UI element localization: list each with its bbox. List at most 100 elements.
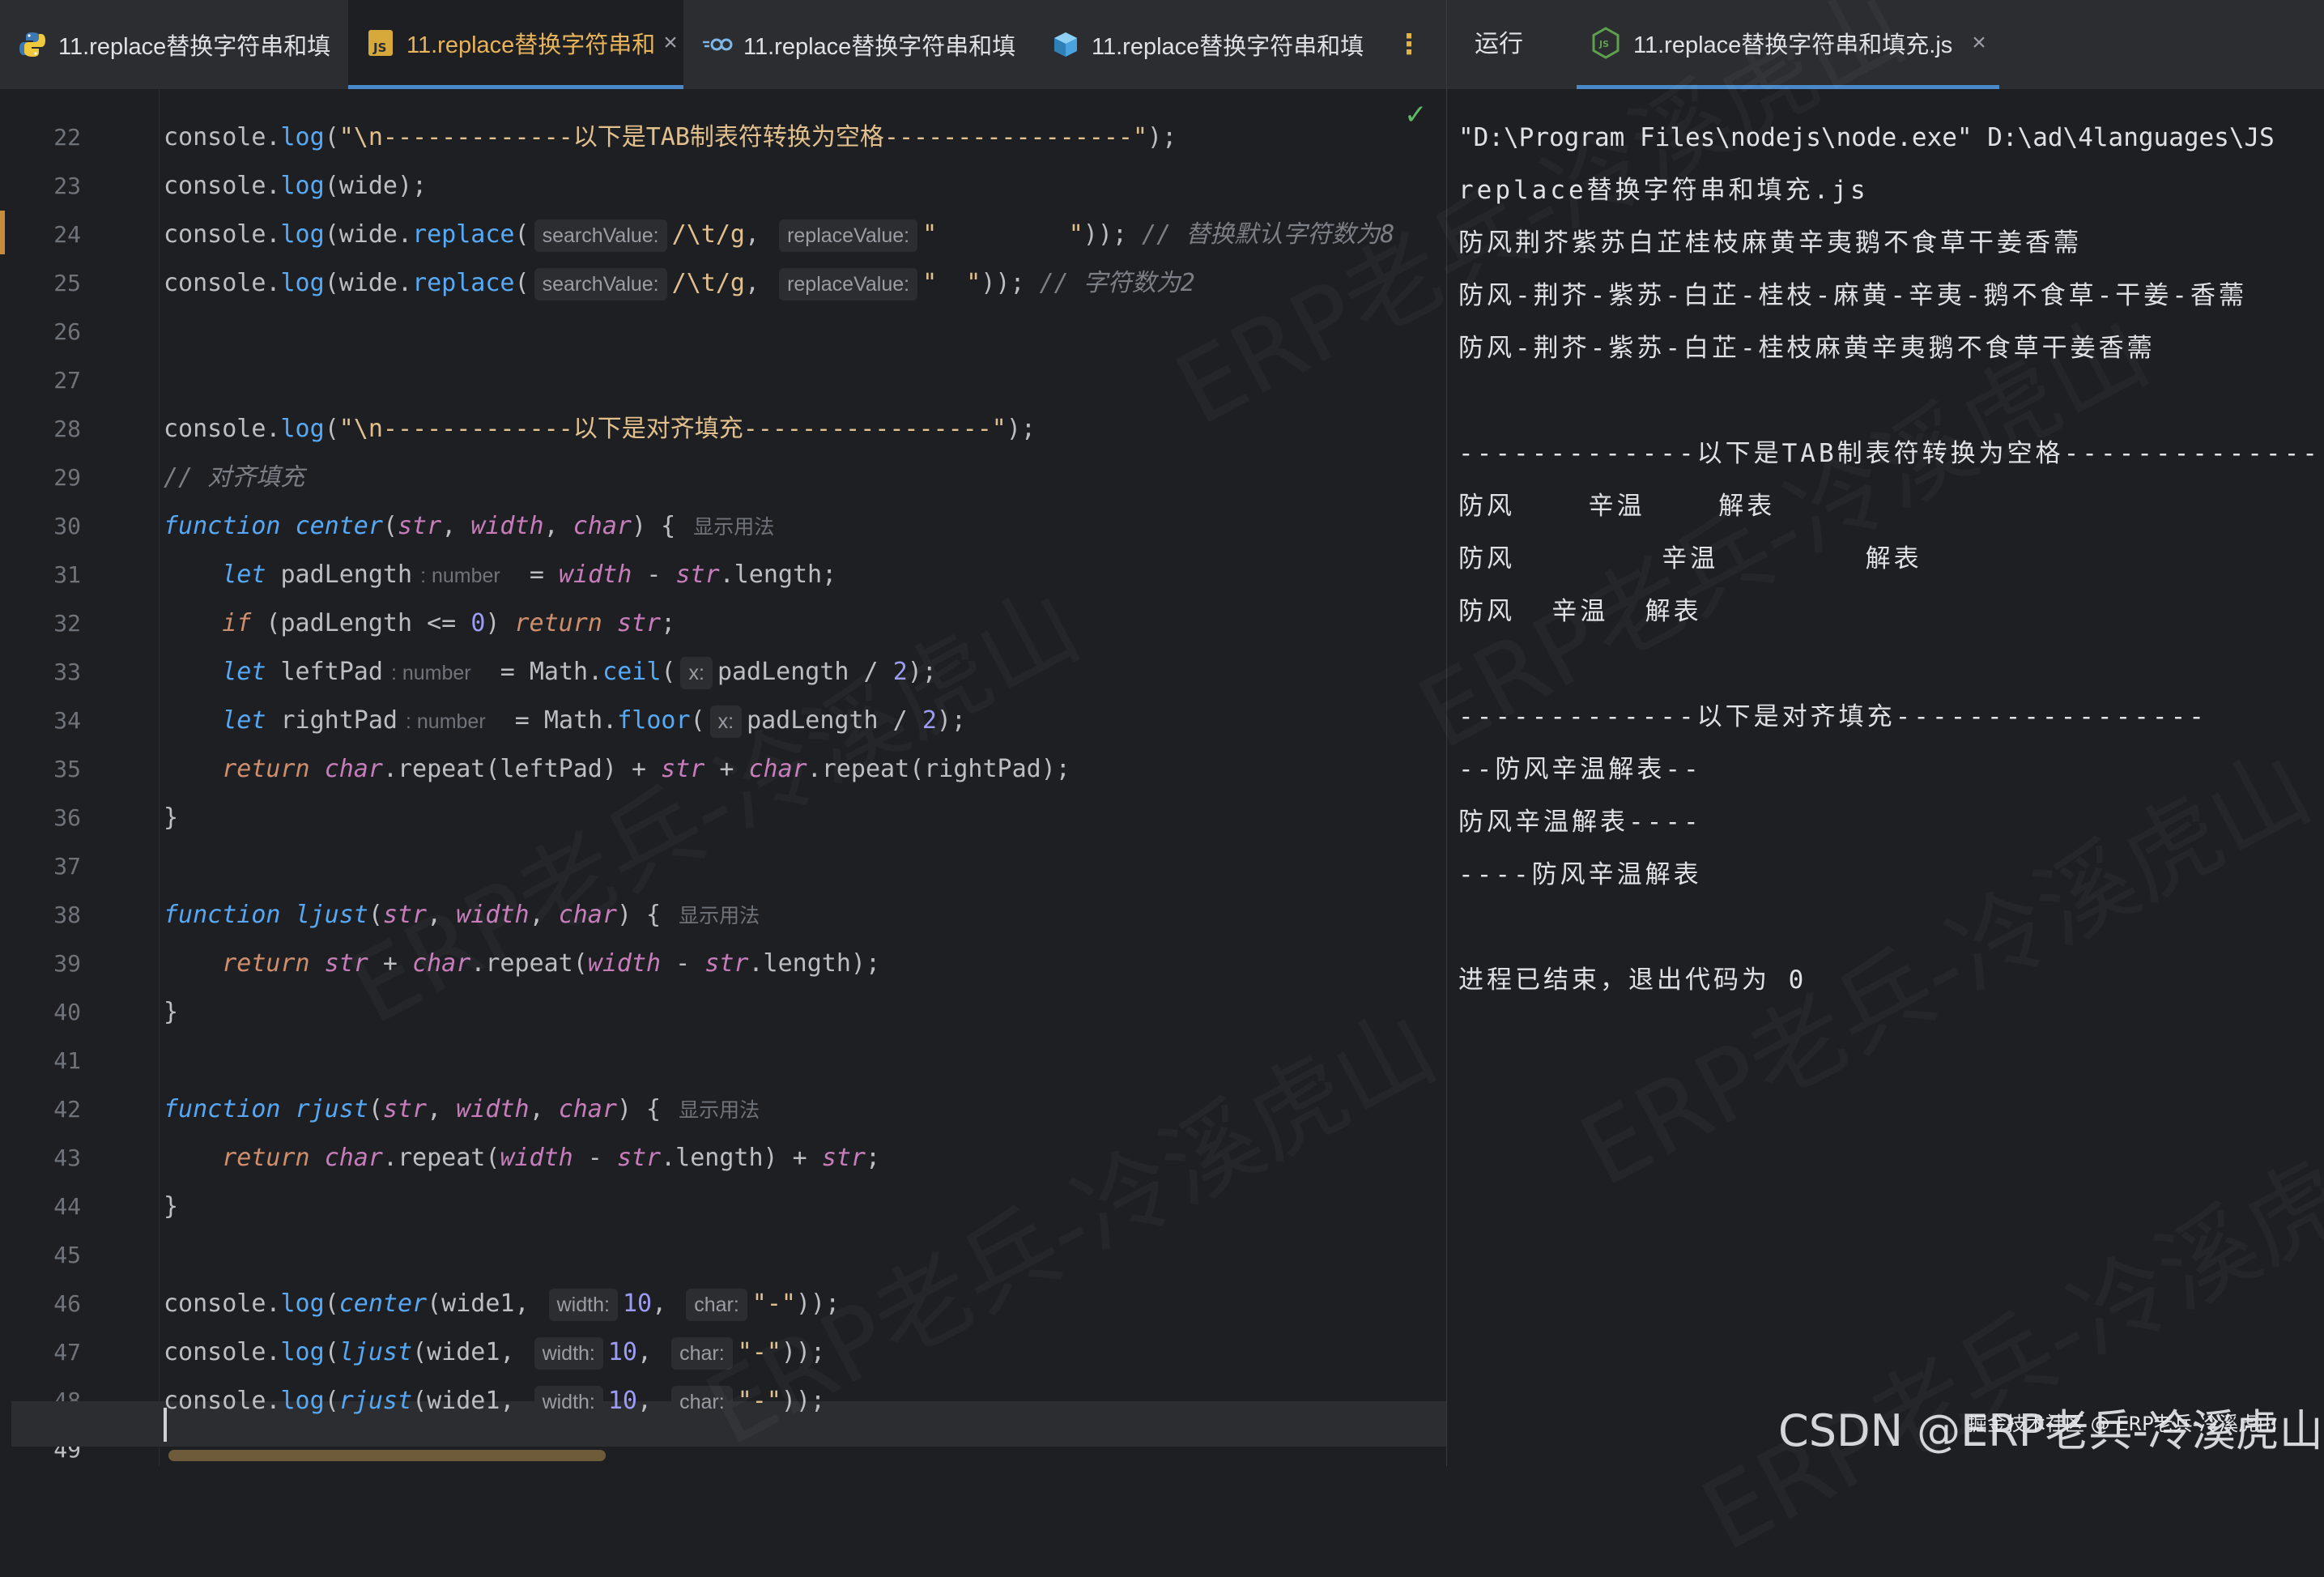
code-line-43: return char.repeat(width - str.length) +…	[222, 1144, 881, 1172]
console-line: -------------以下是TAB制表符转换为空格-------------…	[1458, 439, 2324, 468]
code-line-47: console.log(ljust(wide1, width: 10, char:…	[164, 1328, 825, 1377]
js-file-icon: JS	[364, 27, 397, 59]
run-config-tab[interactable]: JS 11.replace替换字符串和填充.js ×	[1577, 0, 1999, 89]
param-hint: width:	[534, 1336, 603, 1370]
code-line-42: function rjust(str, width, char) {显示用法	[164, 1095, 760, 1123]
run-title: 运行	[1475, 31, 1523, 58]
line-number[interactable]: 47	[0, 1328, 81, 1377]
line-number[interactable]: 30	[0, 502, 81, 551]
console-line: 防风 辛温 解表	[1458, 544, 1922, 573]
tab-cube-file[interactable]: 11.replace替换字符串和填	[1033, 0, 1381, 89]
console-line: "D:\Program Files\nodejs\node.exe" D:\ad…	[1458, 123, 2275, 152]
line-number[interactable]: 37	[0, 842, 81, 891]
code-line-34: let rightPad: number = Math.floor(x: padL…	[164, 697, 966, 745]
python-icon	[16, 28, 49, 61]
run-header: 运行 JS 11.replace替换字符串和填充.js ×	[1447, 0, 2324, 89]
console-line: 防风 辛温 解表	[1458, 597, 1702, 626]
line-number[interactable]: 35	[0, 745, 81, 794]
string-literal: "\n-------------以下是对齐填充-----------------…	[338, 415, 1007, 443]
console-line: ----防风辛温解表	[1458, 860, 1702, 889]
line-number[interactable]: 39	[0, 940, 81, 988]
run-tab-label: 11.replace替换字符串和填充.js	[1633, 32, 1953, 58]
usage-hint[interactable]: 显示用法	[693, 516, 774, 539]
type-hint: : number	[406, 710, 486, 733]
text-caret	[164, 1408, 167, 1442]
tab-go-file[interactable]: 11.replace替换字符串和填	[685, 0, 1032, 89]
console-line: 防风-荆芥-紫苏-白芷-桂枝-麻黄-辛夷-鹅不食草-干姜-香薷	[1458, 281, 2247, 310]
line-number[interactable]: 44	[0, 1183, 81, 1231]
line-number[interactable]: 31	[0, 551, 81, 599]
param-hint: replaceValue:	[779, 219, 918, 252]
param-hint: searchValue:	[534, 219, 667, 252]
line-number[interactable]: 40	[0, 988, 81, 1037]
code-line-28: console.log("\n-------------以下是对齐填充-----…	[164, 415, 1036, 443]
svg-text:JS: JS	[372, 40, 386, 55]
usage-hint[interactable]: 显示用法	[679, 1099, 760, 1122]
line-number[interactable]: 38	[0, 891, 81, 940]
param-hint: char:	[671, 1385, 733, 1418]
go-icon	[701, 28, 734, 61]
line-number[interactable]: 43	[0, 1134, 81, 1183]
param-hint: char:	[671, 1336, 733, 1370]
line-number[interactable]: 24	[0, 211, 81, 259]
line-number[interactable]: 41	[0, 1037, 81, 1085]
type-hint: : number	[420, 565, 500, 587]
code-line-38: function ljust(str, width, char) {显示用法	[164, 901, 760, 929]
console-line: -------------以下是对齐填充-----------------	[1458, 702, 2207, 731]
code-line-25: console.log(wide.replace(searchValue:/\t…	[164, 259, 1195, 308]
more-tabs-icon[interactable]: ⋮	[1393, 0, 1425, 89]
svg-text:JS: JS	[1598, 39, 1609, 49]
line-number[interactable]: 26	[0, 308, 81, 356]
type-hint: : number	[390, 662, 471, 684]
tab-label: 11.replace替换字符串和	[406, 32, 656, 58]
line-number[interactable]: 32	[0, 599, 81, 648]
line-number[interactable]: 33	[0, 648, 81, 697]
code-line-31: let padLength: number = width - str.leng…	[222, 560, 837, 589]
string-literal: "\n-------------以下是TAB制表符转换为空格----------…	[338, 123, 1148, 151]
code-line-30: function center(str, width, char) {显示用法	[164, 512, 775, 540]
tab-js-file-active[interactable]: JS 11.replace替换字符串和 ×	[348, 0, 683, 89]
console-line: 防风辛温解表----	[1458, 808, 1702, 837]
line-number[interactable]: 36	[0, 794, 81, 842]
code-line-44: }	[164, 1192, 179, 1221]
console-line: 防风 辛温 解表	[1458, 492, 1776, 521]
line-number[interactable]: 23	[0, 162, 81, 211]
code-line-36: }	[164, 803, 179, 832]
code-line-23: console.log(wide);	[164, 172, 428, 200]
line-number[interactable]: 34	[0, 697, 81, 745]
line-number[interactable]: 46	[0, 1280, 81, 1328]
editor-pane: 11.replace替换字符串和填 JS 11.replace替换字符串和 × …	[0, 0, 1446, 1466]
close-icon[interactable]: ×	[663, 29, 678, 57]
code-line-40: }	[164, 998, 179, 1026]
line-number[interactable]: 42	[0, 1085, 81, 1134]
cube-icon	[1049, 28, 1082, 61]
tab-python-file[interactable]: 11.replace替换字符串和填	[0, 0, 347, 89]
line-number[interactable]: 27	[0, 356, 81, 405]
code-comment: // 字符数为2	[1039, 269, 1195, 297]
close-icon[interactable]: ×	[1972, 29, 1986, 57]
param-hint: width:	[534, 1385, 603, 1418]
tab-label: 11.replace替换字符串和填	[1092, 34, 1364, 60]
nodejs-icon: JS	[1590, 26, 1622, 59]
param-hint: x:	[680, 656, 713, 689]
line-number[interactable]: 29	[0, 454, 81, 502]
tab-label: 11.replace替换字符串和填	[58, 34, 331, 60]
code-line-24: console.log(wide.replace(searchValue:/\t…	[164, 211, 1394, 259]
line-number[interactable]: 25	[0, 259, 81, 308]
no-problems-check-icon[interactable]: ✓	[1404, 99, 1428, 131]
line-number[interactable]: 45	[0, 1231, 81, 1280]
code-line-46: console.log(center(wide1, width: 10, char…	[164, 1280, 840, 1328]
code-line-32: if (padLength <= 0) return str;	[222, 609, 676, 637]
code-comment: // 对齐填充	[164, 463, 305, 492]
editor-tab-bar: 11.replace替换字符串和填 JS 11.replace替换字符串和 × …	[0, 0, 1446, 91]
run-tool-window: 运行 JS 11.replace替换字符串和填充.js × "D:\Progra…	[1446, 0, 2324, 1466]
horizontal-scrollbar[interactable]	[168, 1450, 606, 1461]
line-number[interactable]: 22	[0, 113, 81, 162]
param-hint: char:	[686, 1288, 747, 1321]
line-number[interactable]: 28	[0, 405, 81, 454]
param-hint: searchValue:	[534, 267, 667, 300]
code-line-33: let leftPad: number = Math.ceil(x: padLen…	[164, 648, 937, 697]
code-comment: // 替换默认字符数为8	[1142, 220, 1395, 249]
code-line-22: console.log("\n-------------以下是TAB制表符转换为…	[164, 123, 1177, 151]
usage-hint[interactable]: 显示用法	[679, 905, 760, 927]
